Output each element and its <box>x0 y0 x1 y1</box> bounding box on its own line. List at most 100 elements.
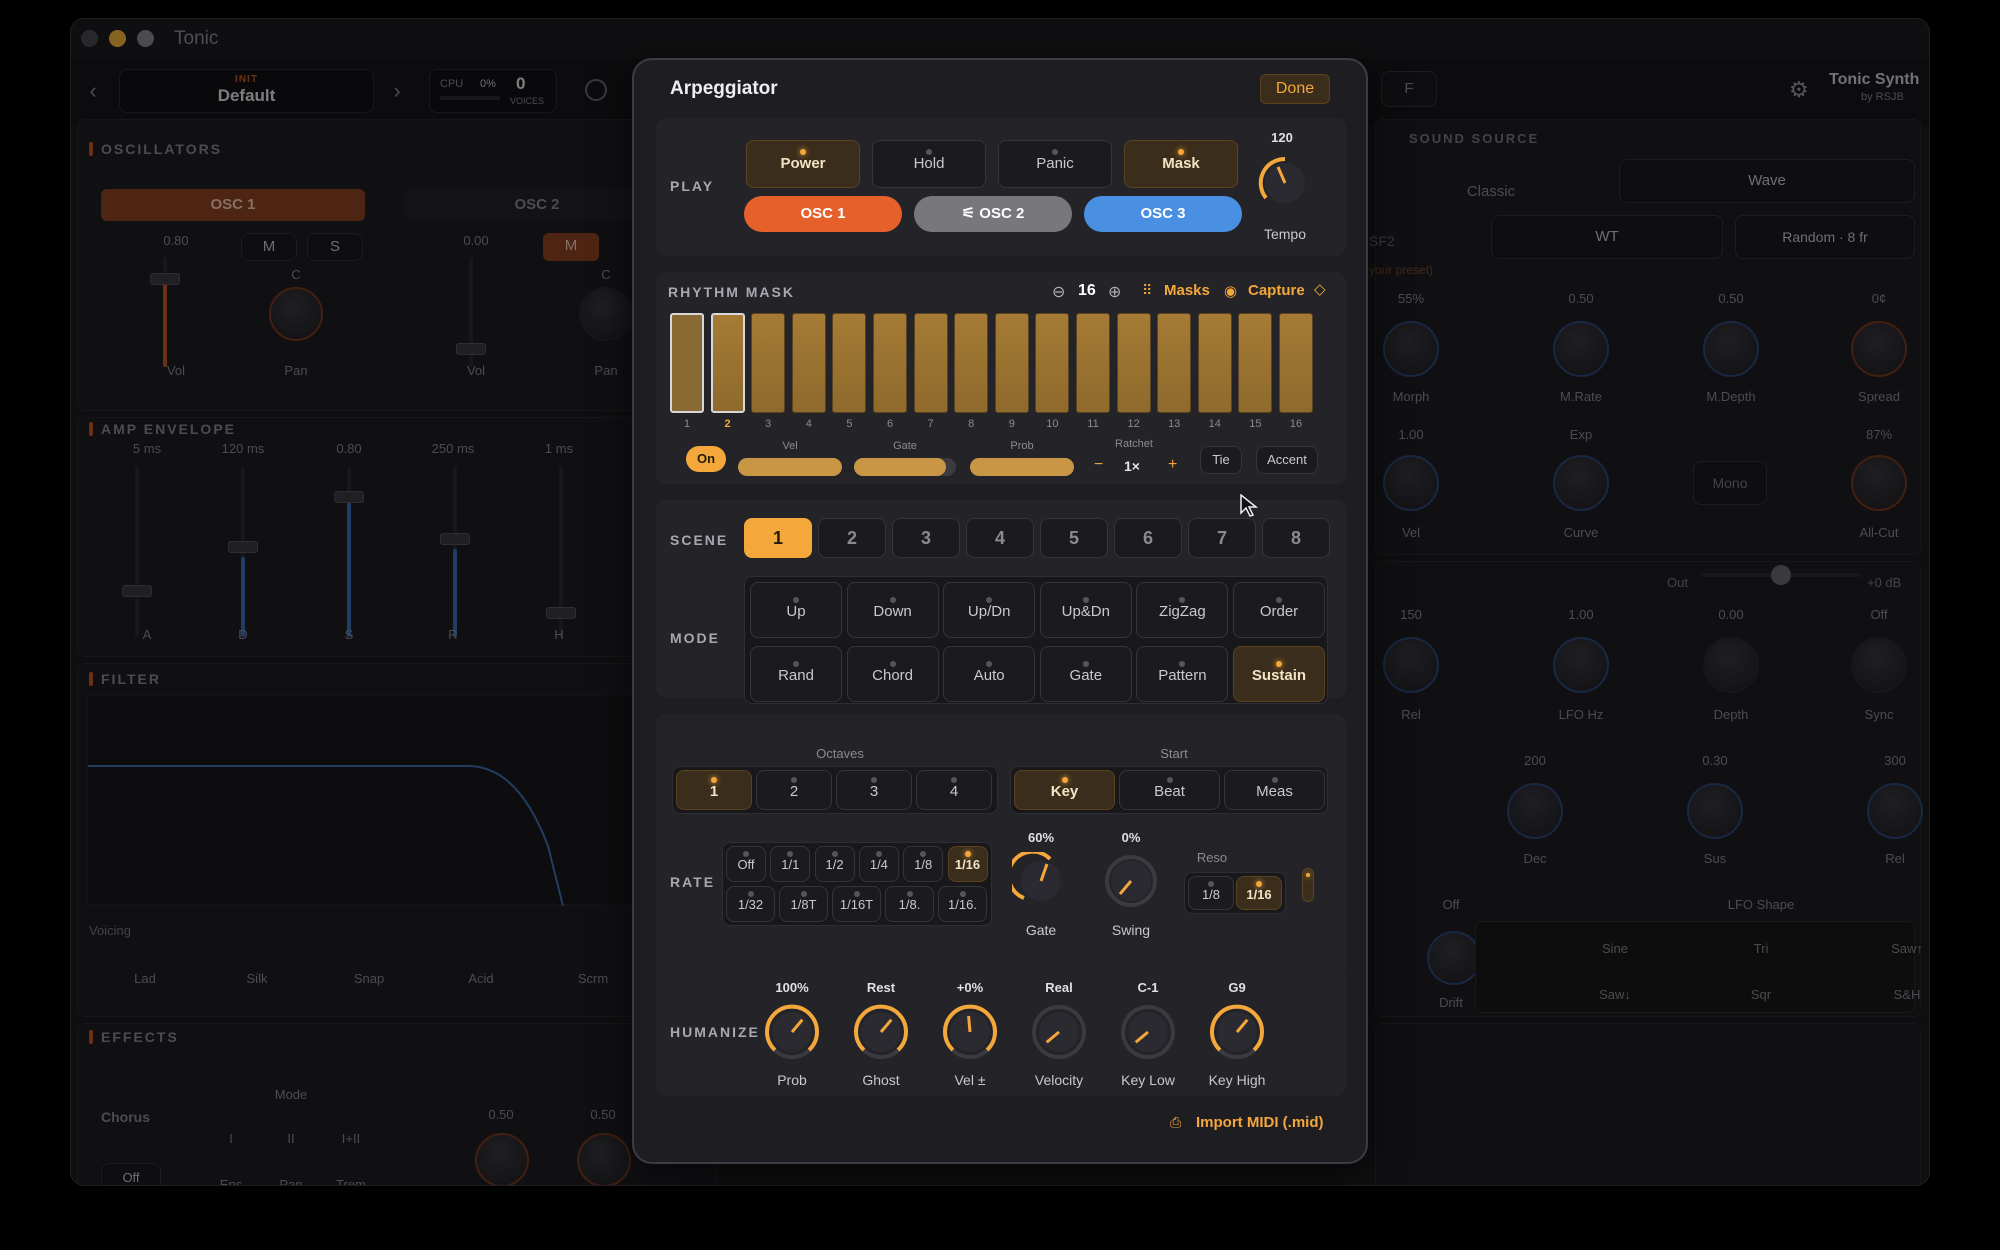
lfo-shape-sh[interactable]: S&H <box>1877 987 1929 1002</box>
masks-button[interactable]: Masks <box>1164 282 1210 299</box>
morph-knob[interactable] <box>1383 321 1439 377</box>
chorus-mode-pan[interactable]: Pan <box>271 1177 311 1185</box>
mode-gate[interactable]: Gate <box>1039 646 1132 702</box>
osc3-target-button[interactable]: OSC 3 <box>1084 196 1242 232</box>
lfo-rel2-knob[interactable] <box>1867 783 1923 839</box>
reso-1-16[interactable]: 1/16 <box>1236 876 1282 910</box>
decay-fader[interactable] <box>228 541 258 553</box>
mode-updn[interactable]: Up/Dn <box>943 582 1036 638</box>
osc1-target-button[interactable]: OSC 1 <box>744 196 902 232</box>
chorus-knob2[interactable] <box>577 1133 631 1185</box>
scene-8[interactable]: 8 <box>1262 518 1330 558</box>
next-preset-icon[interactable]: › <box>383 71 411 111</box>
scene-6[interactable]: 6 <box>1114 518 1182 558</box>
scene-1[interactable]: 1 <box>744 518 812 558</box>
accent-button[interactable]: Accent <box>1256 446 1318 474</box>
lfo-rel-knob[interactable] <box>1383 637 1439 693</box>
tempo-knob[interactable] <box>1256 154 1314 212</box>
mode-auto[interactable]: Auto <box>943 646 1036 702</box>
allcut-knob[interactable] <box>1851 455 1907 511</box>
hold-fader[interactable] <box>546 607 576 619</box>
rate-1-8[interactable]: 1/8 <box>903 846 944 882</box>
rate-1-16d[interactable]: 1/16. <box>938 886 987 922</box>
step-prob-slider[interactable] <box>970 458 1074 476</box>
release-fader[interactable] <box>440 533 470 545</box>
octave-4[interactable]: 4 <box>916 770 992 810</box>
hum-prob-knob[interactable] <box>762 1002 822 1062</box>
chorus-mode-1[interactable]: I <box>211 1131 251 1146</box>
tab-f[interactable]: F <box>1381 71 1437 107</box>
step-11[interactable] <box>1076 313 1110 413</box>
scene-7[interactable]: 7 <box>1188 518 1256 558</box>
swing-knob[interactable] <box>1102 852 1160 910</box>
step-3[interactable] <box>751 313 786 413</box>
scene-4[interactable]: 4 <box>966 518 1034 558</box>
source-sf2[interactable]: SF2 <box>1369 233 1395 249</box>
rate-1-2[interactable]: 1/2 <box>814 846 855 882</box>
osc1-pan-knob[interactable] <box>269 287 323 341</box>
reso-extra-toggle[interactable] <box>1302 868 1314 902</box>
octave-3[interactable]: 3 <box>836 770 912 810</box>
mode-pattern[interactable]: Pattern <box>1136 646 1229 702</box>
step-on-toggle[interactable]: On <box>686 446 726 472</box>
hold-button[interactable]: Hold <box>872 140 986 188</box>
preset-selector[interactable]: INIT Default <box>119 69 374 113</box>
reso-1-8[interactable]: 1/8 <box>1188 876 1234 910</box>
source-classic-button[interactable]: Classic <box>1431 175 1551 209</box>
lfo-shape-tri[interactable]: Tri <box>1731 941 1791 956</box>
step-13[interactable] <box>1157 313 1192 413</box>
mode-rand[interactable]: Rand <box>750 646 842 702</box>
lfo-shape-sqr[interactable]: Sqr <box>1731 987 1791 1002</box>
lfo-shape-sine[interactable]: Sine <box>1585 941 1645 956</box>
osc2-target-button[interactable]: ⚟ OSC 2 <box>914 196 1072 232</box>
curve-knob[interactable] <box>1553 455 1609 511</box>
step-decrease-icon[interactable]: ⊖ <box>1052 282 1065 302</box>
out-slider-thumb[interactable] <box>1771 565 1791 585</box>
step-2[interactable] <box>710 313 745 413</box>
hum-velocity-knob[interactable] <box>1029 1002 1089 1062</box>
lfo-shape-saw-up[interactable]: Saw↑ <box>1877 941 1929 956</box>
mask-button[interactable]: Mask <box>1124 140 1238 188</box>
chorus-mode-2[interactable]: II <box>271 1131 311 1146</box>
hum-keylow-knob[interactable] <box>1118 1002 1178 1062</box>
prev-preset-icon[interactable]: ‹ <box>79 71 107 111</box>
lfo-dec-knob[interactable] <box>1507 783 1563 839</box>
chorus-mode-ens[interactable]: Ens <box>211 1177 251 1185</box>
zoom-button[interactable] <box>137 30 154 47</box>
drift-knob[interactable] <box>1427 931 1481 985</box>
rate-1-16[interactable]: 1/16 <box>947 846 988 882</box>
start-key[interactable]: Key <box>1014 770 1115 810</box>
chorus-knob1[interactable] <box>475 1133 529 1185</box>
wavetable-select[interactable]: Random · 8 fr <box>1735 215 1915 259</box>
scene-3[interactable]: 3 <box>892 518 960 558</box>
mode-up[interactable]: Up <box>750 582 842 638</box>
rate-1-32[interactable]: 1/32 <box>726 886 775 922</box>
mrate-knob[interactable] <box>1553 321 1609 377</box>
close-button[interactable] <box>81 30 98 47</box>
step-12[interactable] <box>1116 313 1151 413</box>
power-button[interactable]: Power <box>746 140 860 188</box>
hum-ghost-knob[interactable] <box>851 1002 911 1062</box>
tie-button[interactable]: Tie <box>1200 446 1242 474</box>
octave-1[interactable]: 1 <box>676 770 752 810</box>
rate-off[interactable]: Off <box>726 846 766 882</box>
rate-1-16t[interactable]: 1/16T <box>832 886 881 922</box>
hum-keyhigh-knob[interactable] <box>1207 1002 1267 1062</box>
capture-button[interactable]: Capture <box>1248 282 1305 299</box>
osc1-vol-fader[interactable] <box>150 273 180 285</box>
lfo-sync-knob[interactable] <box>1851 637 1907 693</box>
mono-button[interactable]: Mono <box>1693 461 1767 505</box>
done-button[interactable]: Done <box>1260 74 1330 104</box>
voicing-snap[interactable]: Snap <box>339 971 399 986</box>
source-wave-button[interactable]: Wave <box>1619 159 1915 203</box>
step-10[interactable] <box>1035 313 1070 413</box>
step-4[interactable] <box>791 313 826 413</box>
mode-down[interactable]: Down <box>846 582 939 638</box>
lfo-hz-knob[interactable] <box>1553 637 1609 693</box>
scene-2[interactable]: 2 <box>818 518 886 558</box>
osc2-tab[interactable]: OSC 2 <box>405 189 669 221</box>
mode-updn[interactable]: Up&Dn <box>1039 582 1132 638</box>
step-7[interactable] <box>913 313 948 413</box>
osc2-mute-button[interactable]: M <box>543 233 599 261</box>
voicing-lad[interactable]: Lad <box>115 971 175 986</box>
